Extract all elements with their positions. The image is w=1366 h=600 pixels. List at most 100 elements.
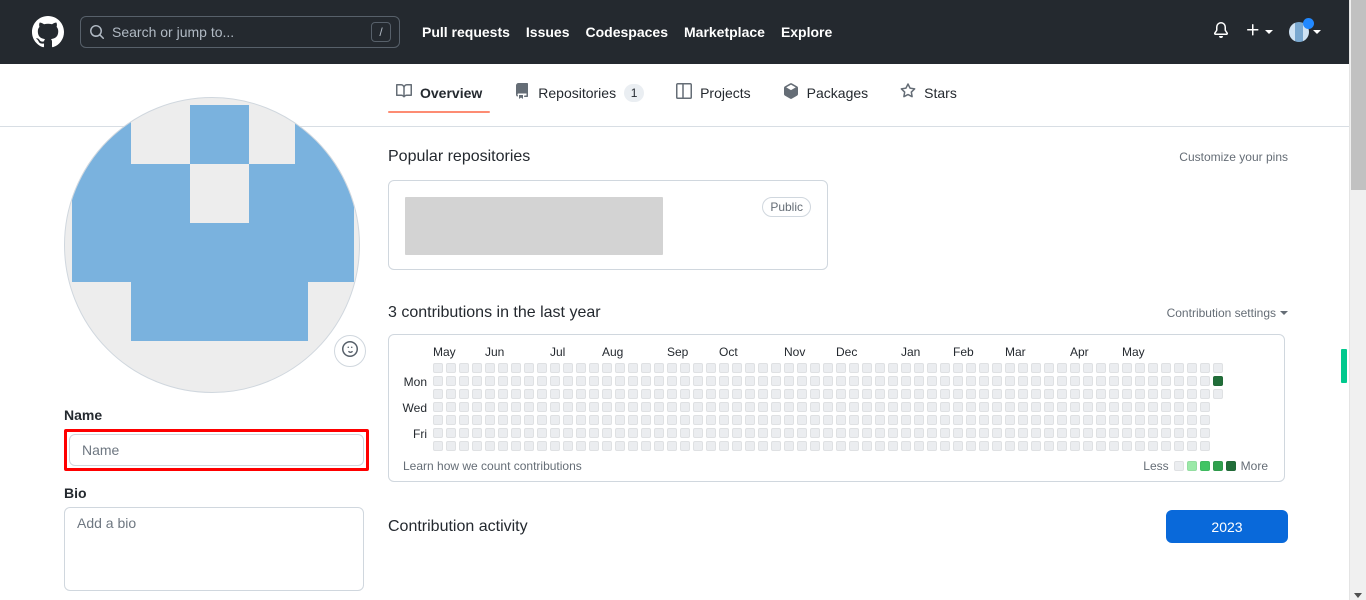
contribution-day-cell[interactable] xyxy=(758,389,768,399)
contribution-day-cell[interactable] xyxy=(1109,402,1119,412)
contribution-day-cell[interactable] xyxy=(784,428,794,438)
account-menu-button[interactable] xyxy=(1289,18,1321,42)
contribution-day-cell[interactable] xyxy=(446,402,456,412)
contribution-day-cell[interactable] xyxy=(628,428,638,438)
contribution-day-cell[interactable] xyxy=(784,376,794,386)
contribution-day-cell[interactable] xyxy=(459,363,469,373)
contribution-day-cell[interactable] xyxy=(888,363,898,373)
contribution-day-cell[interactable] xyxy=(732,415,742,425)
contribution-day-cell[interactable] xyxy=(550,415,560,425)
contribution-day-cell[interactable] xyxy=(771,428,781,438)
contribution-day-cell[interactable] xyxy=(823,389,833,399)
contribution-day-cell[interactable] xyxy=(797,428,807,438)
contribution-day-cell[interactable] xyxy=(654,363,664,373)
contribution-day-cell[interactable] xyxy=(680,428,690,438)
contribution-day-cell[interactable] xyxy=(576,415,586,425)
contribution-day-cell[interactable] xyxy=(979,428,989,438)
contribution-day-cell[interactable] xyxy=(1174,363,1184,373)
contribution-day-cell[interactable] xyxy=(797,415,807,425)
contribution-day-cell[interactable] xyxy=(1200,415,1210,425)
contribution-day-cell[interactable] xyxy=(862,363,872,373)
contribution-day-cell[interactable] xyxy=(1057,441,1067,451)
contribution-day-cell[interactable] xyxy=(524,363,534,373)
contribution-day-cell[interactable] xyxy=(927,402,937,412)
contribution-day-cell[interactable] xyxy=(810,389,820,399)
contribution-day-cell[interactable] xyxy=(1096,389,1106,399)
contribution-day-cell[interactable] xyxy=(706,376,716,386)
contribution-day-cell[interactable] xyxy=(1122,389,1132,399)
contribution-day-cell[interactable] xyxy=(940,428,950,438)
contribution-day-cell[interactable] xyxy=(966,441,976,451)
contribution-day-cell[interactable] xyxy=(745,402,755,412)
contribution-day-cell[interactable] xyxy=(524,415,534,425)
contribution-day-cell[interactable] xyxy=(563,415,573,425)
contribution-day-cell[interactable] xyxy=(602,389,612,399)
contribution-day-cell[interactable] xyxy=(498,389,508,399)
contribution-day-cell[interactable] xyxy=(589,441,599,451)
tab-overview[interactable]: Overview xyxy=(388,75,498,113)
contribution-day-cell[interactable] xyxy=(836,428,846,438)
contribution-day-cell[interactable] xyxy=(511,415,521,425)
contribution-day-cell[interactable] xyxy=(849,415,859,425)
contribution-day-cell[interactable] xyxy=(459,441,469,451)
bio-textarea[interactable] xyxy=(64,507,364,591)
contribution-day-cell[interactable] xyxy=(615,441,625,451)
contribution-day-cell[interactable] xyxy=(1161,363,1171,373)
contribution-day-cell[interactable] xyxy=(771,441,781,451)
contribution-day-cell[interactable] xyxy=(706,363,716,373)
contribution-day-cell[interactable] xyxy=(1096,415,1106,425)
contribution-day-cell[interactable] xyxy=(446,441,456,451)
contribution-day-cell[interactable] xyxy=(628,363,638,373)
github-logo-icon[interactable] xyxy=(32,16,64,48)
contribution-day-cell[interactable] xyxy=(953,441,963,451)
contribution-day-cell[interactable] xyxy=(719,363,729,373)
contribution-day-cell[interactable] xyxy=(1174,428,1184,438)
contribution-day-cell[interactable] xyxy=(693,389,703,399)
contribution-day-cell[interactable] xyxy=(888,389,898,399)
contribution-day-cell[interactable] xyxy=(966,428,976,438)
contribution-day-cell[interactable] xyxy=(550,363,560,373)
contribution-day-cell[interactable] xyxy=(524,376,534,386)
contribution-day-cell[interactable] xyxy=(550,428,560,438)
contribution-day-cell[interactable] xyxy=(511,428,521,438)
contribution-day-cell[interactable] xyxy=(1044,402,1054,412)
contribution-day-cell[interactable] xyxy=(602,441,612,451)
contribution-day-cell[interactable] xyxy=(940,363,950,373)
contribution-day-cell[interactable] xyxy=(654,389,664,399)
contribution-day-cell[interactable] xyxy=(563,402,573,412)
contribution-day-cell[interactable] xyxy=(706,415,716,425)
contribution-day-cell[interactable] xyxy=(459,415,469,425)
contribution-day-cell[interactable] xyxy=(966,389,976,399)
contribution-day-cell[interactable] xyxy=(888,376,898,386)
contribution-day-cell[interactable] xyxy=(485,428,495,438)
contribution-day-cell[interactable] xyxy=(654,402,664,412)
contribution-day-cell[interactable] xyxy=(810,415,820,425)
contribution-day-cell[interactable] xyxy=(797,376,807,386)
contribution-day-cell[interactable] xyxy=(472,428,482,438)
pinned-repo-card[interactable]: Public xyxy=(388,180,828,270)
contribution-day-cell[interactable] xyxy=(1135,363,1145,373)
contribution-day-cell[interactable] xyxy=(1005,415,1015,425)
contribution-day-cell[interactable] xyxy=(1044,428,1054,438)
contribution-day-cell[interactable] xyxy=(797,402,807,412)
contribution-day-cell[interactable] xyxy=(966,363,976,373)
contribution-day-cell[interactable] xyxy=(901,415,911,425)
contribution-day-cell[interactable] xyxy=(615,389,625,399)
create-new-button[interactable] xyxy=(1245,22,1273,43)
contribution-day-cell[interactable] xyxy=(1135,402,1145,412)
contribution-day-cell[interactable] xyxy=(537,428,547,438)
contribution-day-cell[interactable] xyxy=(1031,428,1041,438)
contribution-day-cell[interactable] xyxy=(992,363,1002,373)
contribution-day-cell[interactable] xyxy=(1031,376,1041,386)
contribution-day-cell[interactable] xyxy=(576,376,586,386)
contribution-day-cell[interactable] xyxy=(1044,415,1054,425)
contribution-day-cell[interactable] xyxy=(927,389,937,399)
contribution-day-cell[interactable] xyxy=(1187,376,1197,386)
contribution-day-cell[interactable] xyxy=(849,363,859,373)
nav-item-pull-requests[interactable]: Pull requests xyxy=(422,24,510,40)
contribution-day-cell[interactable] xyxy=(1096,402,1106,412)
contribution-day-cell[interactable] xyxy=(1057,402,1067,412)
contribution-day-cell[interactable] xyxy=(784,363,794,373)
contribution-day-cell[interactable] xyxy=(784,415,794,425)
contribution-day-cell[interactable] xyxy=(940,415,950,425)
